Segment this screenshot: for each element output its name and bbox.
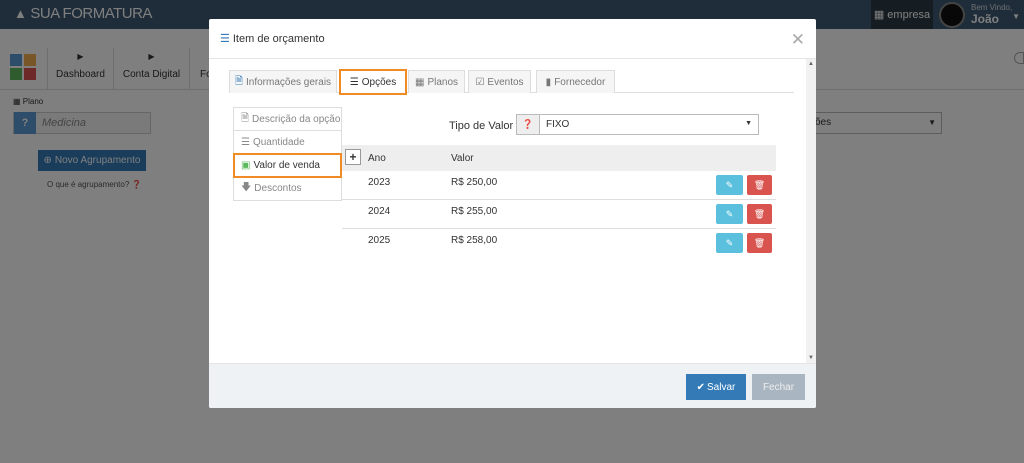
question-circle-icon: ❓ <box>517 115 540 134</box>
table-header: + Ano Valor <box>342 145 776 171</box>
scroll-down-icon[interactable]: ▼ <box>808 355 814 361</box>
close-icon[interactable]: ✕ <box>791 30 805 50</box>
check-icon: ✔ <box>696 381 706 393</box>
edit-icon: ✎ <box>725 237 734 248</box>
tab-eventos[interactable]: ☑ Eventos <box>468 70 531 93</box>
tipo-valor-label: Tipo de Valor <box>449 120 514 132</box>
list-icon: ☰ <box>220 33 230 45</box>
delete-button[interactable]: 🗑 <box>747 233 772 253</box>
edit-button[interactable]: ✎ <box>716 175 743 195</box>
table-row: 2025 R$ 258,00 ✎ 🗑 <box>342 229 776 258</box>
side-tabs: 🗎 Descrição da opção ☰ Quantidade ▣ Valo… <box>233 107 342 201</box>
add-row-button[interactable]: + <box>345 149 361 165</box>
calendar-icon: ☑ <box>475 76 485 88</box>
side-tab-descricao[interactable]: 🗎 Descrição da opção <box>234 108 341 131</box>
trash-icon: 🗑 <box>753 179 766 190</box>
edit-icon: ✎ <box>725 208 734 219</box>
chevron-down-icon: ▼ <box>745 120 752 127</box>
valores-table: + Ano Valor 2023 R$ 250,00 ✎ 🗑 2024 R$ 2… <box>342 145 776 258</box>
modal-scrollbar[interactable]: ▲ ▼ <box>806 59 816 363</box>
side-tab-descontos[interactable]: 🡇 Descontos <box>234 177 341 200</box>
tipo-valor-select[interactable]: ❓ FIXO ▼ <box>516 114 759 135</box>
side-tab-quantidade[interactable]: ☰ Quantidade <box>234 131 341 154</box>
delete-button[interactable]: 🗑 <box>747 175 772 195</box>
modal-footer: ✔ Salvar Fechar <box>209 363 816 408</box>
building-icon: ▮ <box>545 76 552 88</box>
close-button[interactable]: Fechar <box>752 374 805 400</box>
table-row: 2023 R$ 250,00 ✎ 🗑 <box>342 171 776 200</box>
tab-opcoes[interactable]: ☰ Opções <box>339 69 407 95</box>
modal-header: ☰ Item de orçamento ✕ <box>209 19 816 59</box>
save-button[interactable]: ✔ Salvar <box>686 374 746 400</box>
file-icon: 🗎 <box>241 112 250 124</box>
header-valor: Valor <box>451 153 474 164</box>
scroll-up-icon[interactable]: ▲ <box>808 61 814 67</box>
arrow-down-icon: 🡇 <box>241 182 252 193</box>
edit-button[interactable]: ✎ <box>716 233 743 253</box>
modal-title: ☰ Item de orçamento <box>220 32 325 46</box>
edit-icon: ✎ <box>725 179 734 190</box>
tab-planos[interactable]: ▦ Planos <box>408 70 465 93</box>
file-icon: 🗎 <box>234 75 243 87</box>
modal-body: 🗎 Informações gerais ☰ Opções ▦ Planos ☑… <box>209 59 816 363</box>
trash-icon: 🗑 <box>753 208 766 219</box>
delete-button[interactable]: 🗑 <box>747 204 772 224</box>
list-icon: ☰ <box>349 77 359 88</box>
table-row: 2024 R$ 255,00 ✎ 🗑 <box>342 200 776 229</box>
money-icon: ▣ <box>241 159 251 171</box>
header-ano: Ano <box>368 153 386 164</box>
item-orcamento-modal: ☰ Item de orçamento ✕ 🗎 Informações gera… <box>209 19 816 408</box>
tab-informacoes-gerais[interactable]: 🗎 Informações gerais <box>229 70 337 93</box>
tab-bar: 🗎 Informações gerais ☰ Opções ▦ Planos ☑… <box>229 69 794 95</box>
list-ol-icon: ☰ <box>241 136 250 148</box>
side-tab-valor-venda[interactable]: ▣ Valor de venda <box>233 153 342 178</box>
edit-button[interactable]: ✎ <box>716 204 743 224</box>
calculator-icon: ▦ <box>414 76 425 88</box>
tab-fornecedor[interactable]: ▮ Fornecedor <box>536 70 615 93</box>
trash-icon: 🗑 <box>753 237 766 248</box>
valor-venda-panel: Tipo de Valor ❓ FIXO ▼ + Ano Valor 2023 … <box>342 107 794 257</box>
